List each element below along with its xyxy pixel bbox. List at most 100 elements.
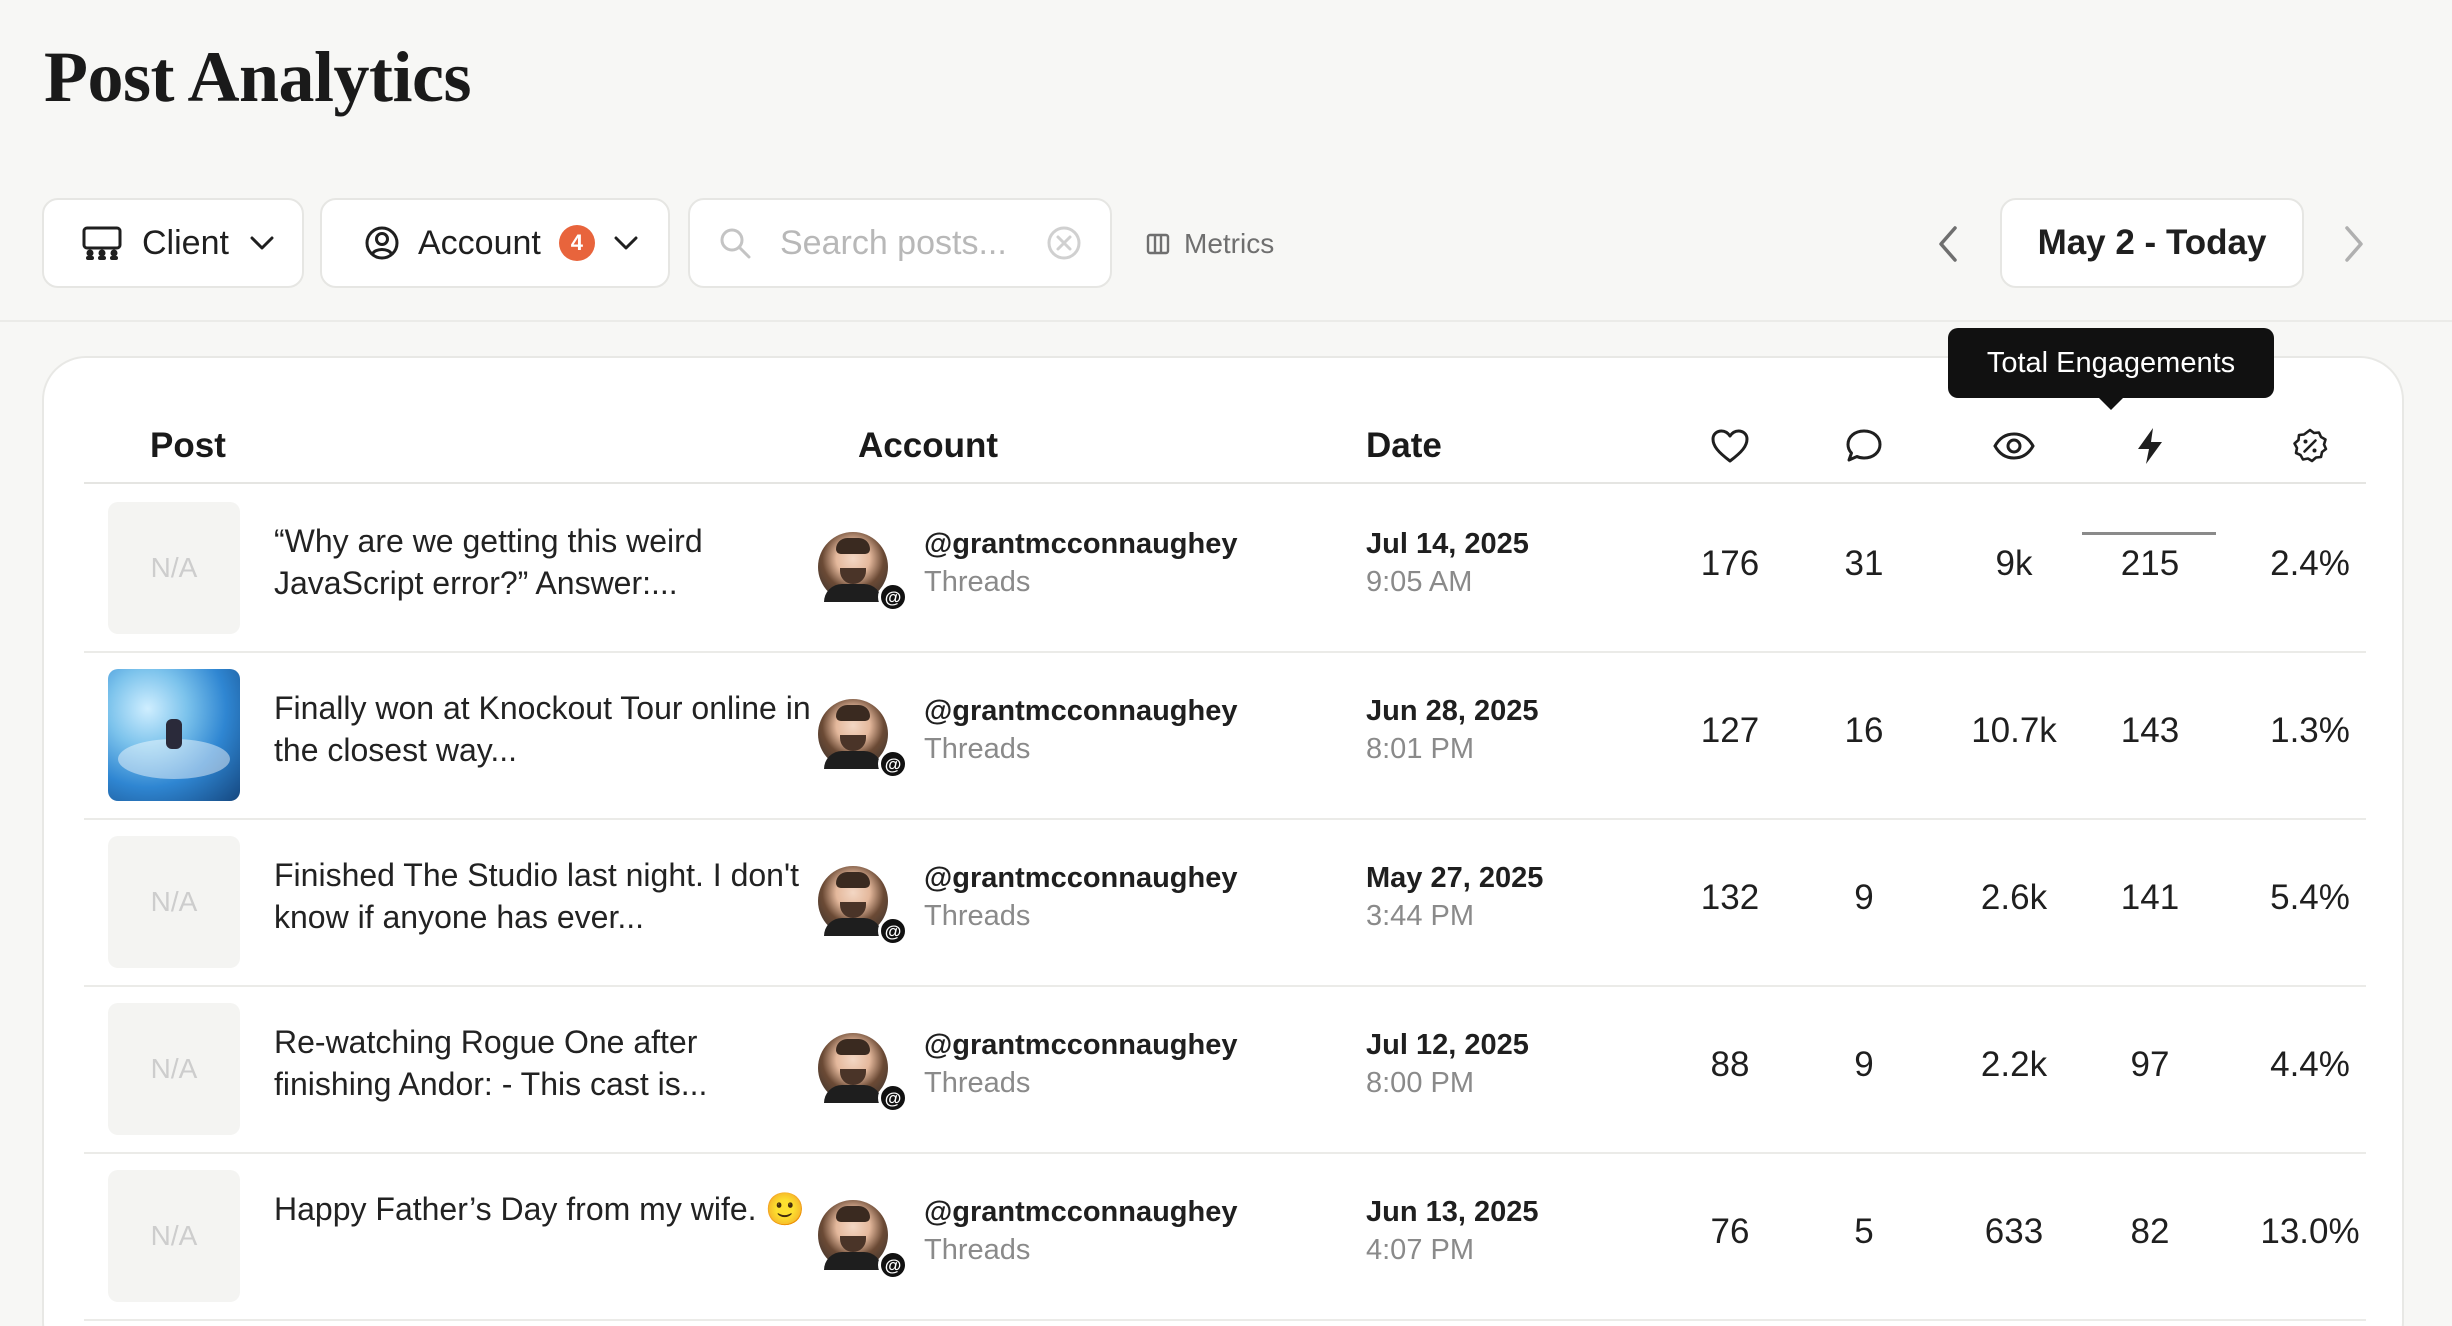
search-field[interactable]: Search posts... bbox=[688, 198, 1112, 288]
date-range-label: May 2 - Today bbox=[2037, 223, 2267, 262]
threads-icon: @ bbox=[878, 749, 908, 779]
views-value: 2.2k bbox=[1980, 1045, 2048, 1084]
account-platform: Threads bbox=[924, 566, 1031, 598]
table-row[interactable]: N/A “Why are we getting this weird JavaS… bbox=[84, 486, 2366, 653]
post-time: 3:44 PM bbox=[1366, 900, 1474, 932]
comments-value: 16 bbox=[1844, 711, 1884, 750]
client-filter-label: Client bbox=[142, 223, 229, 262]
comments-value: 9 bbox=[1854, 1045, 1874, 1084]
account-handle[interactable]: @grantmcconnaughey bbox=[924, 862, 1238, 895]
account-handle[interactable]: @grantmcconnaughey bbox=[924, 695, 1238, 728]
account-handle[interactable]: @grantmcconnaughey bbox=[924, 528, 1238, 561]
client-filter-button[interactable]: Client bbox=[42, 198, 304, 288]
column-header-date[interactable]: Date bbox=[1366, 408, 1442, 484]
likes-value: 132 bbox=[1700, 878, 1760, 917]
metrics-button[interactable]: Metrics bbox=[1146, 226, 1274, 262]
search-icon bbox=[720, 228, 751, 259]
post-thumbnail: N/A bbox=[108, 1170, 240, 1302]
post-date: Jul 12, 2025 bbox=[1366, 1029, 1529, 1061]
engagements-icon bbox=[2138, 428, 2162, 464]
column-header-engagements[interactable] bbox=[2100, 408, 2200, 484]
likes-value: 88 bbox=[1710, 1045, 1750, 1084]
views-icon bbox=[1993, 432, 2035, 460]
column-header-likes[interactable] bbox=[1680, 408, 1780, 484]
post-thumbnail: N/A bbox=[108, 502, 240, 634]
toolbar-divider bbox=[0, 320, 2452, 322]
post-text[interactable]: Re-watching Rogue One after finishing An… bbox=[274, 1021, 814, 1105]
engagements-value: 141 bbox=[2120, 878, 2180, 917]
account-handle[interactable]: @grantmcconnaughey bbox=[924, 1196, 1238, 1229]
account-filter-label: Account bbox=[418, 223, 541, 262]
account-platform: Threads bbox=[924, 1234, 1031, 1266]
threads-icon: @ bbox=[878, 582, 908, 612]
post-text[interactable]: Finally won at Knockout Tour online in t… bbox=[274, 687, 814, 771]
chevron-left-icon bbox=[1939, 226, 1957, 262]
column-header-account[interactable]: Account bbox=[858, 408, 998, 484]
clear-search-icon[interactable] bbox=[1046, 225, 1082, 261]
metrics-label: Metrics bbox=[1184, 228, 1275, 259]
chevron-down-icon bbox=[614, 236, 638, 250]
date-range-button[interactable]: May 2 - Today bbox=[2000, 198, 2304, 288]
comments-value: 5 bbox=[1854, 1212, 1874, 1251]
table-row[interactable]: N/A Happy Father’s Day from my wife. 🙂 @… bbox=[84, 1154, 2366, 1321]
comments-value: 31 bbox=[1844, 544, 1884, 583]
heart-icon bbox=[1711, 429, 1749, 463]
account-handle[interactable]: @grantmcconnaughey bbox=[924, 1029, 1238, 1062]
post-text[interactable]: Happy Father’s Day from my wife. 🙂 bbox=[274, 1188, 814, 1230]
next-range-button[interactable] bbox=[2330, 220, 2378, 268]
engagement-rate-value: 5.4% bbox=[2270, 878, 2350, 917]
post-thumbnail bbox=[108, 669, 240, 801]
tooltip: Total Engagements bbox=[1948, 328, 2274, 410]
avatar bbox=[818, 1033, 888, 1103]
post-date: Jul 14, 2025 bbox=[1366, 528, 1529, 560]
avatar bbox=[818, 866, 888, 936]
post-time: 8:01 PM bbox=[1366, 733, 1474, 765]
post-time: 4:07 PM bbox=[1366, 1234, 1474, 1266]
columns-icon bbox=[1146, 233, 1170, 255]
engagements-value: 143 bbox=[2120, 711, 2180, 750]
account-platform: Threads bbox=[924, 1067, 1031, 1099]
views-value: 9k bbox=[1995, 544, 2033, 583]
likes-value: 176 bbox=[1700, 544, 1760, 583]
engagements-value: 215 bbox=[2120, 544, 2180, 583]
table-row[interactable]: Finally won at Knockout Tour online in t… bbox=[84, 653, 2366, 820]
column-header-views[interactable] bbox=[1964, 408, 2064, 484]
post-time: 9:05 AM bbox=[1366, 566, 1473, 598]
account-platform: Threads bbox=[924, 733, 1031, 765]
post-date: Jun 13, 2025 bbox=[1366, 1196, 1539, 1228]
page-title: Post Analytics bbox=[44, 37, 472, 117]
previous-range-button[interactable] bbox=[1924, 220, 1972, 268]
likes-value: 127 bbox=[1700, 711, 1760, 750]
views-value: 2.6k bbox=[1980, 878, 2048, 917]
likes-value: 76 bbox=[1710, 1212, 1750, 1251]
post-thumbnail: N/A bbox=[108, 1003, 240, 1135]
table-header: Post Account Date bbox=[84, 408, 2366, 535]
table-row[interactable]: N/A Re-watching Rogue One after finishin… bbox=[84, 987, 2366, 1154]
engagements-value: 97 bbox=[2130, 1045, 2170, 1084]
toolbar: Client Account 4 Search posts... Metrics bbox=[0, 198, 2452, 292]
views-value: 10.7k bbox=[1971, 711, 2057, 750]
column-header-comments[interactable] bbox=[1814, 408, 1914, 484]
post-date: May 27, 2025 bbox=[1366, 862, 1544, 894]
engagement-rate-value: 13.0% bbox=[2260, 1212, 2360, 1251]
engagement-rate-icon bbox=[2293, 428, 2328, 463]
post-text[interactable]: Finished The Studio last night. I don't … bbox=[274, 854, 814, 938]
post-date: Jun 28, 2025 bbox=[1366, 695, 1539, 727]
search-input[interactable]: Search posts... bbox=[780, 224, 1018, 263]
column-header-post[interactable]: Post bbox=[150, 408, 226, 484]
comments-value: 9 bbox=[1854, 878, 1874, 917]
engagement-rate-value: 2.4% bbox=[2270, 544, 2350, 583]
column-header-engagement-rate[interactable] bbox=[2260, 408, 2360, 484]
avatar bbox=[818, 699, 888, 769]
threads-icon: @ bbox=[878, 1250, 908, 1280]
threads-icon: @ bbox=[878, 1083, 908, 1113]
avatar bbox=[818, 1200, 888, 1270]
user-circle-icon bbox=[365, 226, 399, 260]
engagement-rate-value: 4.4% bbox=[2270, 1045, 2350, 1084]
account-filter-button[interactable]: Account 4 bbox=[320, 198, 670, 288]
engagement-rate-value: 1.3% bbox=[2270, 711, 2350, 750]
table-row[interactable]: N/A Finished The Studio last night. I do… bbox=[84, 820, 2366, 987]
comment-icon bbox=[1846, 429, 1882, 462]
client-icon bbox=[82, 226, 122, 260]
post-text[interactable]: “Why are we getting this weird JavaScrip… bbox=[274, 520, 814, 604]
